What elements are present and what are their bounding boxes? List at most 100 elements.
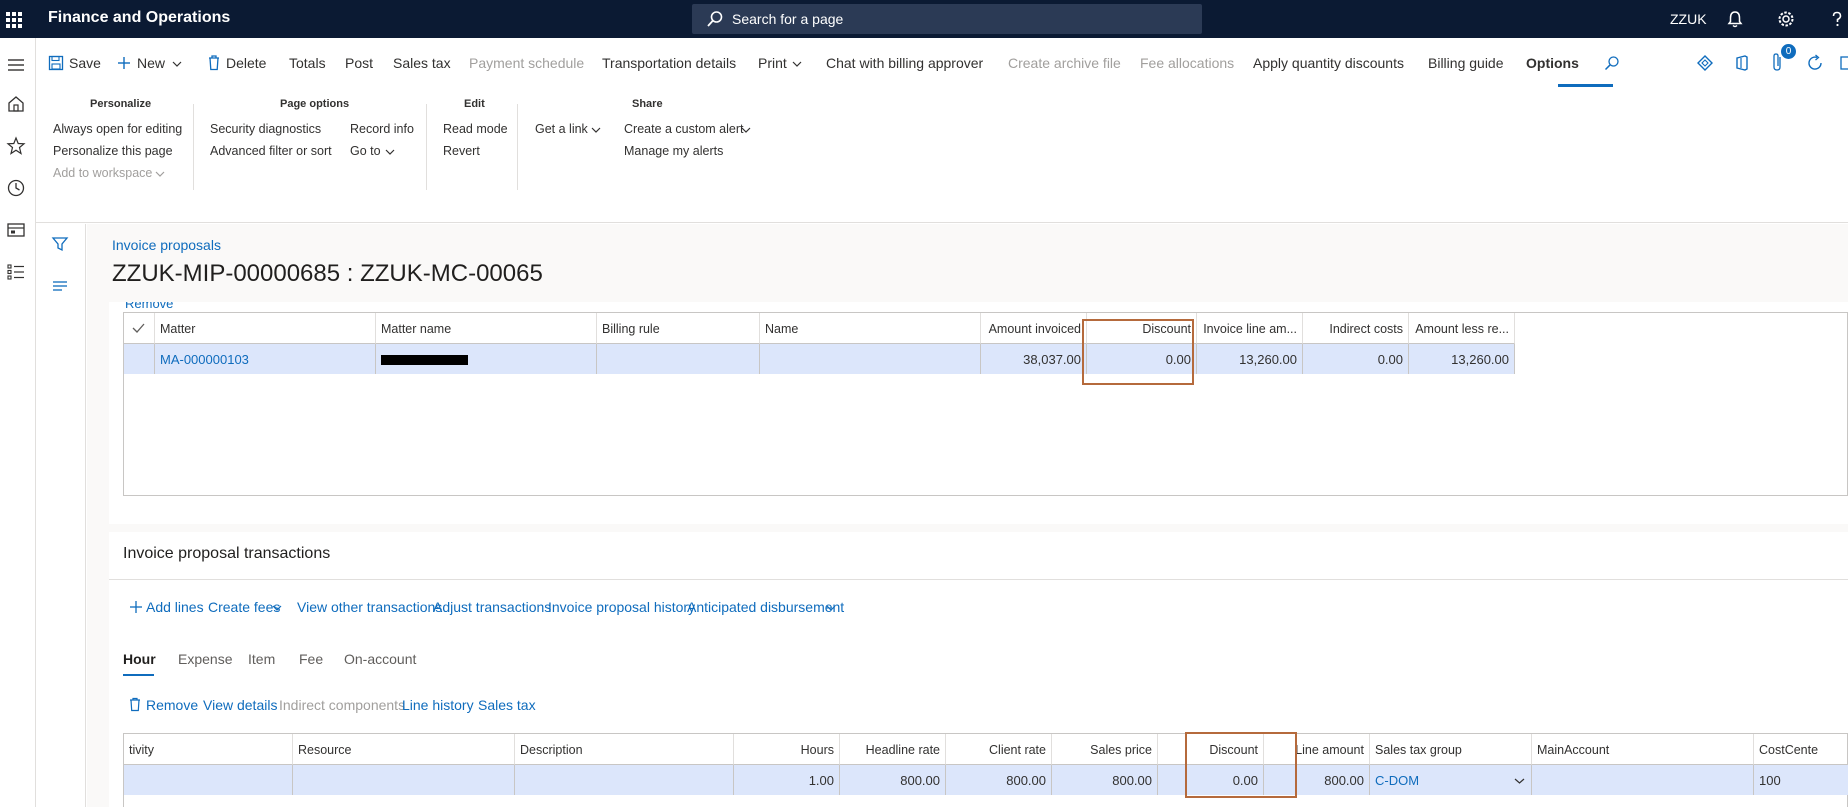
breadcrumb[interactable]: Invoice proposals [112, 237, 221, 253]
record-info-button[interactable]: Record info [350, 122, 414, 136]
col-header-billing-rule[interactable]: Billing rule [597, 313, 760, 344]
col-header-main-account[interactable]: MainAccount [1532, 734, 1754, 765]
create-archive-file-button[interactable]: Create archive file [1008, 55, 1121, 71]
create-fees-menu-button[interactable]: Create fees [208, 599, 280, 615]
indirect-components-button[interactable]: Indirect components [279, 697, 405, 713]
recent-clock-icon[interactable] [6, 178, 26, 198]
company-picker[interactable]: ZZUK [1670, 11, 1707, 27]
workspaces-icon[interactable] [6, 220, 26, 240]
home-icon[interactable] [6, 94, 26, 114]
row-selector[interactable] [124, 344, 155, 374]
create-custom-alert-button[interactable]: Create a custom alert [624, 122, 744, 136]
fee-allocations-button[interactable]: Fee allocations [1140, 55, 1234, 71]
personalize-page-button[interactable]: Personalize this page [53, 144, 173, 158]
sales-tax-button[interactable]: Sales tax [393, 55, 451, 71]
always-open-editing-button[interactable]: Always open for editing [53, 122, 182, 136]
print-menu-button[interactable]: Print [758, 55, 787, 71]
col-header-resource[interactable]: Resource [293, 734, 515, 765]
hour-lines-grid: tivity Resource Description Hours Headli… [123, 733, 1848, 807]
save-button[interactable]: Save [69, 55, 101, 71]
chat-billing-approver-button[interactable]: Chat with billing approver [826, 55, 983, 71]
new-button[interactable]: New [137, 55, 165, 71]
hamburger-menu-icon[interactable] [6, 55, 26, 75]
personalize-group-title: Personalize [90, 98, 152, 110]
advanced-filter-button[interactable]: Advanced filter or sort [210, 144, 332, 158]
post-button[interactable]: Post [345, 55, 373, 71]
search-input[interactable]: Search for a page [692, 4, 1202, 34]
invoice-proposal-history-button[interactable]: Invoice proposal history [548, 599, 695, 615]
line-history-button[interactable]: Line history [402, 697, 474, 713]
col-header-name[interactable]: Name [760, 313, 981, 344]
col-header-hours[interactable]: Hours [734, 734, 840, 765]
anticipated-disbursement-menu-button[interactable]: Anticipated disbursement [687, 599, 844, 615]
col-header-description[interactable]: Description [515, 734, 734, 765]
help-icon[interactable] [1828, 10, 1846, 28]
bell-icon[interactable] [1726, 10, 1744, 28]
add-to-workspace-button[interactable]: Add to workspace [53, 166, 152, 180]
refresh-icon[interactable] [1806, 54, 1824, 72]
plus-icon [118, 57, 130, 69]
transportation-details-button[interactable]: Transportation details [602, 55, 736, 71]
sales-tax-line-button[interactable]: Sales tax [478, 697, 536, 713]
remove-line-button[interactable]: Remove [146, 697, 198, 713]
col-header-invoice-line-amount[interactable]: Invoice line am... [1197, 313, 1303, 344]
col-header-sales-price[interactable]: Sales price [1052, 734, 1158, 765]
filter-icon[interactable] [51, 235, 69, 253]
col-header-matter-name[interactable]: Matter name [376, 313, 597, 344]
col-header-matter[interactable]: Matter [155, 313, 376, 344]
chevron-down-icon [792, 61, 802, 67]
manage-alerts-button[interactable]: Manage my alerts [624, 144, 723, 158]
col-header-activity[interactable]: tivity [124, 734, 293, 765]
chevron-down-icon [172, 61, 182, 67]
modules-list-icon[interactable] [6, 262, 26, 282]
tab-expense[interactable]: Expense [178, 651, 232, 667]
billing-rule-cell [597, 344, 760, 374]
gear-icon[interactable] [1777, 10, 1795, 28]
sales-tax-group-select[interactable]: C-DOM [1370, 765, 1532, 795]
get-link-menu-button[interactable]: Get a link [535, 122, 588, 136]
add-lines-button[interactable]: Add lines [146, 599, 204, 615]
office-icon[interactable] [1733, 54, 1751, 72]
read-mode-button[interactable]: Read mode [443, 122, 508, 136]
col-header-amount-invoiced[interactable]: Amount invoiced [981, 313, 1087, 344]
client-rate-cell: 800.00 [946, 765, 1052, 795]
security-diagnostics-button[interactable]: Security diagnostics [210, 122, 321, 136]
trash-icon [209, 55, 219, 71]
select-all-checkbox[interactable] [124, 313, 155, 344]
favorites-star-icon[interactable] [6, 136, 26, 156]
transactions-section-title[interactable]: Invoice proposal transactions [123, 545, 330, 563]
col-header-indirect-costs[interactable]: Indirect costs [1303, 313, 1409, 344]
col-header-client-rate[interactable]: Client rate [946, 734, 1052, 765]
col-header-sales-tax-group[interactable]: Sales tax group [1370, 734, 1532, 765]
totals-button[interactable]: Totals [289, 55, 326, 71]
app-title[interactable]: Finance and Operations [48, 9, 230, 27]
tab-hour[interactable]: Hour [123, 651, 156, 667]
go-to-menu-button[interactable]: Go to [350, 144, 381, 158]
revert-button[interactable]: Revert [443, 144, 480, 158]
redacted-block [381, 355, 468, 365]
tab-options[interactable]: Options [1526, 55, 1579, 71]
power-apps-diamond-icon[interactable] [1696, 54, 1714, 72]
payment-schedule-button[interactable]: Payment schedule [469, 55, 584, 71]
view-other-transactions-button[interactable]: View other transactions [297, 599, 442, 615]
adjust-transactions-button[interactable]: Adjust transactions [433, 599, 551, 615]
col-header-cost-center[interactable]: CostCente [1754, 734, 1848, 765]
col-header-amount-less[interactable]: Amount less re... [1409, 313, 1515, 344]
partial-remove-button[interactable]: Remove [125, 302, 173, 310]
col-header-headline-rate[interactable]: Headline rate [840, 734, 946, 765]
tab-item[interactable]: Item [248, 651, 275, 667]
tab-fee[interactable]: Fee [299, 651, 323, 667]
app-launcher-icon[interactable] [6, 12, 22, 28]
delete-button[interactable]: Delete [226, 55, 266, 71]
search-actions-icon[interactable] [1604, 55, 1620, 71]
chevron-down-icon [1514, 778, 1525, 784]
resource-cell [293, 765, 515, 795]
amount-invoiced-cell: 38,037.00 [981, 344, 1087, 374]
apply-quantity-discounts-button[interactable]: Apply quantity discounts [1253, 55, 1404, 71]
matter-link[interactable]: MA-000000103 [155, 344, 376, 374]
list-lines-icon[interactable] [51, 277, 69, 295]
billing-guide-button[interactable]: Billing guide [1428, 55, 1504, 71]
view-details-button[interactable]: View details [203, 697, 277, 713]
tab-on-account[interactable]: On-account [344, 651, 416, 667]
open-new-window-icon[interactable] [1840, 54, 1848, 72]
